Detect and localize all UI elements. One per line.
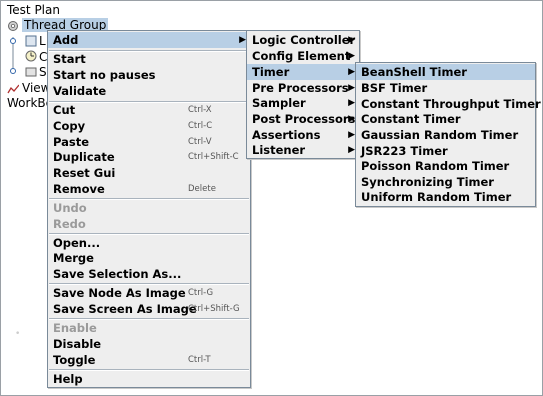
menu-item-uniform-random-timer[interactable]: Uniform Random Timer bbox=[356, 189, 535, 205]
chevron-right-icon: ▶ bbox=[239, 35, 246, 45]
menu-item-merge[interactable]: Merge bbox=[48, 250, 250, 266]
menu-item-logic-controller[interactable]: Logic Controller ▶ bbox=[247, 32, 359, 48]
tree-lines bbox=[10, 37, 16, 74]
menu-item-open[interactable]: Open... bbox=[48, 235, 250, 251]
add-submenu: Logic Controller ▶ Config Element ▶ Timer ▶… bbox=[246, 30, 360, 159]
menu-item-help[interactable]: Help bbox=[48, 371, 250, 387]
menu-item-remove[interactable]: Remove Delete bbox=[48, 181, 250, 197]
scroll-dot-icon: • bbox=[15, 329, 21, 339]
listener-icon bbox=[7, 84, 19, 94]
chevron-right-icon: ▶ bbox=[348, 145, 355, 155]
menu-item-paste[interactable]: Paste Ctrl-V bbox=[48, 134, 250, 150]
menu-item-save-screen-image[interactable]: Save Screen As Image Ctrl+Shift-G bbox=[48, 301, 250, 317]
app-window: Test Plan Thread Group L C S View WorkBe… bbox=[0, 0, 543, 396]
menu-item-jsr223-timer[interactable]: JSR223 Timer bbox=[356, 143, 535, 159]
chevron-right-icon: ▶ bbox=[348, 98, 355, 108]
menu-item-sampler[interactable]: Sampler ▶ bbox=[247, 95, 359, 111]
menu-item-synchronizing-timer[interactable]: Synchronizing Timer bbox=[356, 174, 535, 190]
menu-item-bsf-timer[interactable]: BSF Timer bbox=[356, 80, 535, 96]
menu-item-toggle[interactable]: Toggle Ctrl-T bbox=[48, 352, 250, 368]
menu-item-listener[interactable]: Listener ▶ bbox=[247, 142, 359, 158]
tree-item-label: L bbox=[39, 34, 46, 48]
gear-icon bbox=[8, 21, 18, 31]
chevron-right-icon: ▶ bbox=[348, 51, 355, 61]
menu-item-redo: Redo bbox=[53, 217, 86, 231]
menu-item-copy[interactable]: Copy Ctrl-C bbox=[48, 118, 250, 134]
menu-item-add[interactable]: Add ▶ bbox=[48, 32, 250, 48]
menu-item-disable[interactable]: Disable bbox=[48, 336, 250, 352]
timer-icon bbox=[25, 50, 37, 62]
menu-item-start-no-pauses[interactable]: Start no pauses bbox=[48, 67, 250, 83]
menu-item-reset-gui[interactable]: Reset Gui bbox=[48, 165, 250, 181]
menu-item-assertions[interactable]: Assertions ▶ bbox=[247, 127, 359, 143]
menu-item-start[interactable]: Start bbox=[48, 51, 250, 67]
sampler-icon bbox=[25, 67, 37, 77]
menu-item-constant-timer[interactable]: Constant Timer bbox=[356, 111, 535, 127]
timer-submenu: BeanShell Timer BSF Timer Constant Throu… bbox=[355, 62, 541, 207]
menu-item-poisson-random-timer[interactable]: Poisson Random Timer bbox=[356, 158, 535, 174]
menu-item-validate[interactable]: Validate bbox=[48, 83, 250, 99]
menu-item-cut[interactable]: Cut Ctrl-X bbox=[48, 102, 250, 118]
chevron-right-icon: ▶ bbox=[348, 67, 355, 77]
tree-item-child-c[interactable]: S bbox=[39, 65, 47, 80]
menu-item-gaussian-random-timer[interactable]: Gaussian Random Timer bbox=[356, 127, 535, 143]
tree-item-label: Test Plan bbox=[7, 3, 60, 17]
menu-item-undo: Undo bbox=[53, 201, 87, 215]
chevron-right-icon: ▶ bbox=[348, 83, 355, 93]
tree-item-test-plan[interactable]: Test Plan bbox=[7, 3, 60, 18]
menu-item-post-processors[interactable]: Post Processors ▶ bbox=[247, 111, 359, 127]
tree-item-child-a[interactable]: L bbox=[39, 34, 46, 49]
menu-item-save-selection[interactable]: Save Selection As... bbox=[48, 266, 250, 282]
menu-item-constant-throughput-timer[interactable]: Constant Throughput Timer bbox=[356, 96, 541, 112]
chevron-right-icon: ▶ bbox=[348, 35, 355, 45]
menu-item-save-node-image[interactable]: Save Node As Image Ctrl-G bbox=[48, 285, 250, 301]
menu-item-timer[interactable]: Timer ▶ bbox=[247, 64, 359, 80]
chevron-right-icon: ▶ bbox=[348, 114, 355, 124]
logic-controller-icon bbox=[25, 35, 37, 47]
menu-item-enable: Enable bbox=[53, 321, 97, 335]
tree-item-label: S bbox=[39, 65, 47, 79]
chevron-right-icon: ▶ bbox=[348, 130, 355, 140]
menu-item-beanshell-timer[interactable]: BeanShell Timer bbox=[356, 64, 535, 80]
menu-item-pre-processors[interactable]: Pre Processors ▶ bbox=[247, 80, 359, 96]
menu-item-duplicate[interactable]: Duplicate Ctrl+Shift-C bbox=[48, 149, 250, 165]
menu-item-config-element[interactable]: Config Element ▶ bbox=[247, 48, 359, 64]
context-menu: Add ▶ Start Start no pauses Validate Cut C… bbox=[47, 30, 251, 388]
